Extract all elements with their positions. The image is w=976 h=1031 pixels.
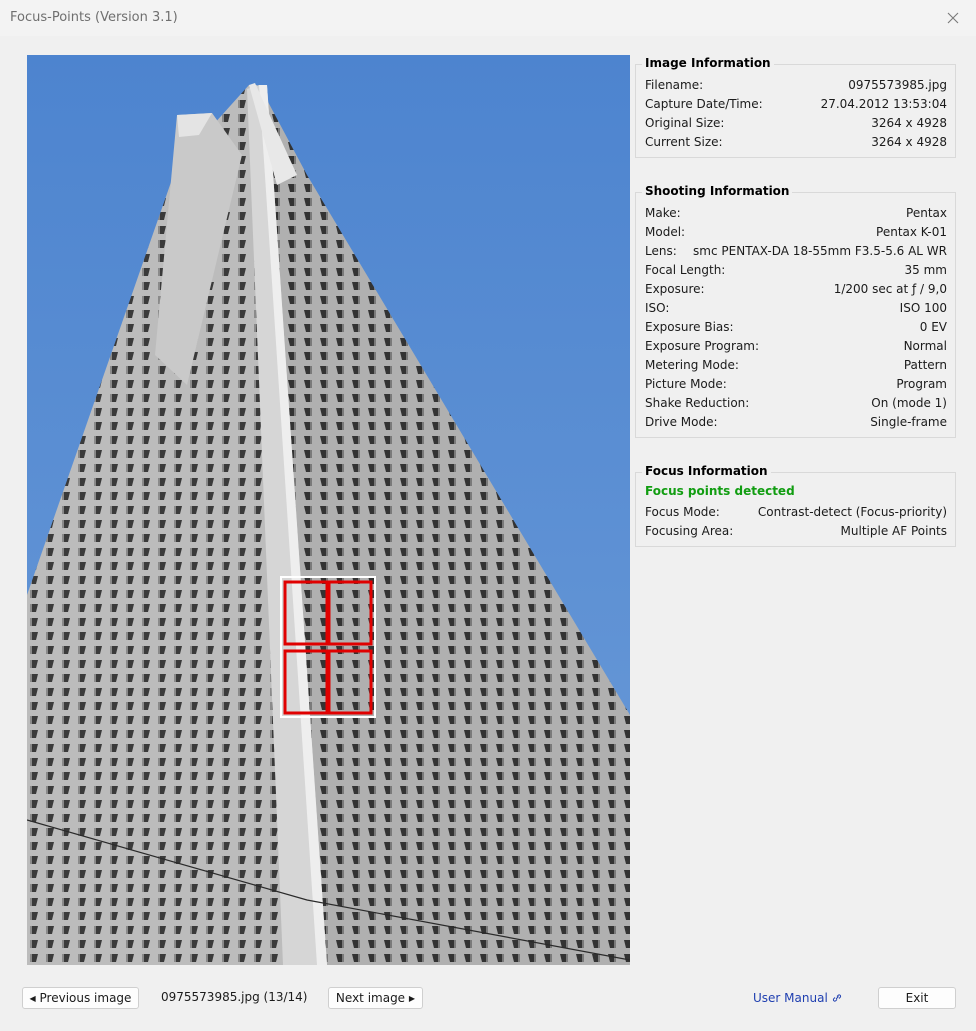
image-position: 0975573985.jpg (13/14)	[161, 990, 308, 1004]
row-label: Exposure:	[645, 281, 705, 296]
info-row: Shake Reduction: On (mode 1)	[645, 393, 947, 412]
triangle-left-icon: ◀	[29, 993, 36, 1003]
image-information-panel: Image Information Filename: 0975573985.j…	[635, 56, 956, 158]
row-value: Normal	[903, 338, 947, 353]
window-title: Focus-Points (Version 3.1)	[10, 10, 178, 25]
row-value: Single-frame	[870, 414, 947, 429]
info-row: Make: Pentax	[645, 203, 947, 222]
row-value: Program	[896, 376, 947, 391]
close-icon	[947, 12, 959, 24]
info-row: Exposure: 1/200 sec at ƒ / 9,0	[645, 279, 947, 298]
panel-title: Shooting Information	[642, 184, 793, 198]
row-label: Exposure Program:	[645, 338, 760, 353]
row-label: Focusing Area:	[645, 523, 734, 538]
exit-button[interactable]: Exit	[878, 987, 956, 1009]
previous-image-button[interactable]: ◀ Previous image	[22, 987, 139, 1009]
info-row: Original Size: 3264 x 4928	[645, 113, 947, 132]
user-manual-link[interactable]: User Manual	[753, 991, 842, 1005]
title-bar: Focus-Points (Version 3.1)	[0, 0, 976, 36]
button-label: Next image	[335, 991, 406, 1005]
row-value: Multiple AF Points	[840, 523, 947, 538]
triangle-right-icon: ▶	[408, 993, 416, 1003]
info-row: Focus Mode: Contrast-detect (Focus-priori…	[645, 502, 947, 521]
next-image-button[interactable]: Next image ▶	[328, 987, 423, 1009]
button-label: Previous image	[39, 991, 132, 1005]
info-row: Current Size: 3264 x 4928	[645, 132, 947, 151]
focus-status: Focus points detected	[645, 484, 795, 498]
info-row: ISO: ISO 100	[645, 298, 947, 317]
row-label: Shake Reduction:	[645, 395, 750, 410]
row-label: Original Size:	[645, 115, 725, 130]
row-label: Focus Mode:	[645, 504, 720, 519]
row-label: Lens:	[645, 243, 677, 258]
info-row: Picture Mode: Program	[645, 374, 947, 393]
row-value: 27.04.2012 13:53:04	[820, 96, 947, 111]
info-row: Metering Mode: Pattern	[645, 355, 947, 374]
link-label: User Manual	[753, 991, 828, 1005]
panel-title: Image Information	[642, 56, 774, 70]
button-label: Exit	[905, 991, 929, 1005]
link-icon	[832, 994, 841, 1002]
image-preview	[27, 55, 630, 965]
row-value: Pattern	[903, 357, 947, 372]
building-photo	[27, 55, 630, 965]
row-value: On (mode 1)	[871, 395, 947, 410]
row-value: Pentax	[906, 205, 947, 220]
row-label: Capture Date/Time:	[645, 96, 763, 111]
row-label: Filename:	[645, 77, 704, 92]
row-label: Model:	[645, 224, 686, 239]
row-value: Contrast-detect (Focus-priority)	[757, 504, 947, 519]
row-value: Pentax K-01	[876, 224, 947, 239]
focus-information-panel: Focus Information Focus points detected …	[635, 464, 956, 547]
row-label: ISO:	[645, 300, 670, 315]
row-label: Metering Mode:	[645, 357, 739, 372]
close-button[interactable]	[930, 0, 976, 36]
info-row: Model: Pentax K-01	[645, 222, 947, 241]
row-value: ISO 100	[899, 300, 947, 315]
info-row: Exposure Program: Normal	[645, 336, 947, 355]
info-row: Lens: smc PENTAX-DA 18-55mm F3.5-5.6 AL W…	[645, 241, 947, 260]
info-row: Capture Date/Time: 27.04.2012 13:53:04	[645, 94, 947, 113]
shooting-information-panel: Shooting Information Make: Pentax Model: P…	[635, 184, 956, 438]
info-row: Drive Mode: Single-frame	[645, 412, 947, 431]
info-row: Exposure Bias: 0 EV	[645, 317, 947, 336]
row-value: 1/200 sec at ƒ / 9,0	[833, 281, 947, 296]
info-row: Focal Length: 35 mm	[645, 260, 947, 279]
row-value: 3264 x 4928	[871, 115, 947, 130]
row-value: 3264 x 4928	[871, 134, 947, 149]
row-label: Make:	[645, 205, 681, 220]
row-label: Current Size:	[645, 134, 723, 149]
row-value: 0975573985.jpg	[848, 77, 947, 92]
row-label: Focal Length:	[645, 262, 726, 277]
info-row: Focusing Area: Multiple AF Points	[645, 521, 947, 540]
row-value: 35 mm	[904, 262, 947, 277]
row-value: smc PENTAX-DA 18-55mm F3.5-5.6 AL WR	[693, 243, 947, 258]
info-row: Filename: 0975573985.jpg	[645, 75, 947, 94]
row-label: Drive Mode:	[645, 414, 718, 429]
panel-title: Focus Information	[642, 464, 771, 478]
row-label: Picture Mode:	[645, 376, 727, 391]
row-value: 0 EV	[919, 319, 947, 334]
row-label: Exposure Bias:	[645, 319, 734, 334]
